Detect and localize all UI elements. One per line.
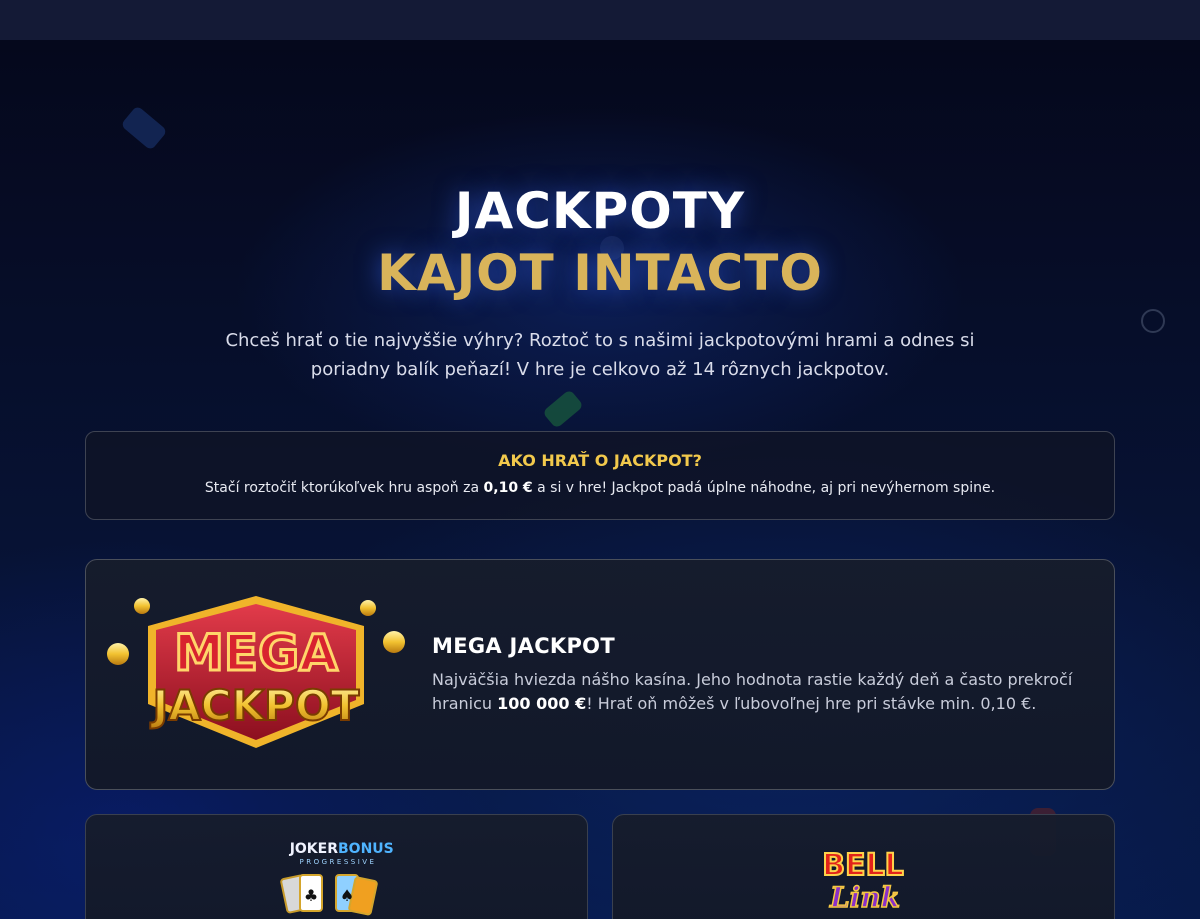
min-bet-amount: 0,10 € [483, 480, 533, 496]
page-subtitle: KAJOT INTACTO [377, 244, 823, 302]
page-title: JACKPOTY [454, 182, 746, 240]
mega-logo-text: MEGA [174, 624, 338, 682]
joker-bonus-logo: JOKER BONUS PROGRESSIVE ♣ ♠ [280, 841, 394, 916]
mega-jackpot-card[interactable]: MEGA JACKPOT MEGA JACKPOT Najväčšia hvie… [85, 559, 1115, 790]
how-to-play-text: Stačí roztočiť ktorúkoľvek hru aspoň za … [86, 480, 1114, 496]
jackpot-logo-text: JACKPOT [150, 681, 360, 730]
top-navigation-bar [0, 0, 1200, 40]
how-to-play-title: AKO HRAŤ O JACKPOT? [498, 451, 702, 470]
decorative-chip-shape [1141, 309, 1165, 333]
how-to-play-box: AKO HRAŤ O JACKPOT? Stačí roztočiť ktorú… [85, 431, 1115, 520]
how-to-play-text-start: Stačí roztočiť ktorúkoľvek hru aspoň za [204, 480, 484, 496]
mega-jackpot-logo: MEGA JACKPOT [107, 596, 405, 748]
mega-jackpot-text-end: ! Hrať oň môžeš v ľubovoľnej hre pri stá… [586, 694, 1037, 713]
joker-logo-word-1: JOKER [289, 841, 339, 857]
joker-logo-subtitle: PROGRESSIVE [300, 858, 377, 866]
mega-jackpot-threshold: 100 000 € [497, 694, 587, 713]
joker-bonus-card[interactable]: JOKER BONUS PROGRESSIVE ♣ ♠ [85, 814, 588, 919]
mega-jackpot-description: Najväčšia hviezda nášho kasína. Jeho hod… [432, 668, 1082, 716]
svg-text:♠: ♠ [340, 886, 354, 905]
playing-cards-icon: ♣ ♠ [280, 874, 378, 916]
joker-logo-word-2: BONUS [338, 841, 394, 857]
bell-logo-word: BELL [822, 848, 904, 883]
mega-jackpot-title: MEGA JACKPOT [432, 634, 615, 658]
link-logo-word: Link [829, 881, 900, 914]
svg-text:♣: ♣ [304, 886, 318, 905]
bell-link-card[interactable]: BELL Link [612, 814, 1115, 919]
how-to-play-text-end: a si v hre! Jackpot padá úplne náhodne, … [532, 480, 996, 496]
bell-link-logo: BELL Link [821, 847, 905, 915]
intro-text: Chceš hrať o tie najvyššie výhry? Roztoč… [225, 330, 975, 380]
